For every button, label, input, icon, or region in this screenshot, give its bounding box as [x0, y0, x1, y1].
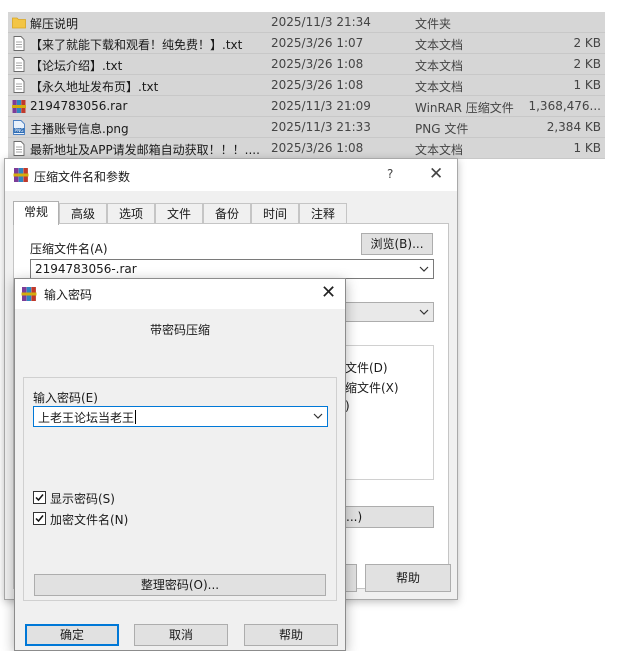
file-date: 2025/3/26 1:08: [271, 57, 364, 71]
tab-general[interactable]: 常规: [13, 201, 59, 225]
text-file-icon: [12, 78, 26, 93]
file-row[interactable]: 最新地址及APP请发邮箱自动获取！！！.... 2025/3/26 1:08 文本文…: [8, 138, 605, 159]
close-icon[interactable]: ✕: [321, 282, 336, 303]
file-row[interactable]: 【永久地址发布页】.txt 2025/3/26 1:08 文本文档 1 KB: [8, 75, 605, 96]
archive-dialog-title: 压缩文件名和参数: [34, 170, 131, 184]
file-row[interactable]: PNG 主播账号信息.png 2025/11/3 21:33 PNG 文件 2,384 …: [8, 117, 605, 138]
file-name: 【永久地址发布页】.txt: [30, 80, 159, 94]
file-name: 解压说明: [30, 17, 79, 31]
tab-time[interactable]: 时间: [251, 203, 299, 224]
file-size: 2 KB: [573, 57, 601, 71]
enter-password-dialog: 输入密码 ✕ 带密码压缩 输入密码(E) 上老王论坛当老王 显示密码(S) 加密…: [14, 278, 346, 651]
tab-options[interactable]: 选项: [107, 203, 155, 224]
file-name: 【论坛介绍】.txt: [30, 59, 123, 73]
file-name: 2194783056.rar: [30, 99, 128, 113]
text-file-icon: [12, 57, 26, 72]
file-date: 2025/3/26 1:07: [271, 36, 364, 50]
check-mark-icon: [35, 515, 44, 523]
file-type: 文本文档: [415, 38, 464, 52]
chevron-down-icon[interactable]: [418, 261, 430, 277]
organize-passwords-button[interactable]: 整理密码(O)...: [34, 574, 326, 596]
file-type: 文本文档: [415, 143, 464, 157]
archive-name-value: 2194783056-.rar: [35, 262, 137, 276]
file-type: 文本文档: [415, 80, 464, 94]
password-heading: 带密码压缩: [149, 323, 210, 337]
password-label: 输入密码(E): [33, 391, 98, 405]
password-input[interactable]: 上老王论坛当老王: [33, 406, 328, 427]
file-type: PNG 文件: [415, 122, 469, 136]
file-date: 2025/11/3 21:34: [271, 15, 371, 29]
file-name: 主播账号信息.png: [30, 122, 129, 136]
update-mode-combobox[interactable]: [345, 302, 434, 322]
set-password-button[interactable]: ...): [345, 506, 434, 528]
file-name: 【来了就能下载和观看！纯免费！】.txt: [30, 38, 243, 52]
file-date: 2025/11/3 21:33: [271, 120, 371, 134]
folder-icon: [12, 15, 26, 30]
archive-name-label: 压缩文件名(A): [30, 242, 108, 256]
file-type: 文件夹: [415, 17, 452, 31]
archive-dialog-titlebar[interactable]: 压缩文件名和参数 ? ✕: [5, 159, 457, 191]
option-label-fragment: 文件(D): [345, 361, 388, 375]
archive-name-combobox[interactable]: 2194783056-.rar: [30, 259, 434, 279]
text-file-icon: [12, 141, 26, 156]
png-file-icon: PNG: [12, 120, 26, 135]
button-label-fragment: ...): [346, 510, 363, 524]
show-password-checkbox[interactable]: [33, 491, 46, 504]
password-value: 上老王论坛当老王: [38, 411, 135, 425]
text-file-icon: [12, 36, 26, 51]
file-row[interactable]: 2194783056.rar 2025/11/3 21:09 WinRAR 压缩文件…: [8, 96, 605, 117]
tab-comment[interactable]: 注释: [299, 203, 347, 224]
help-button-back[interactable]: 帮助: [365, 564, 451, 592]
file-size: 1 KB: [573, 78, 601, 92]
tab-backup[interactable]: 备份: [203, 203, 251, 224]
file-size: 2 KB: [573, 36, 601, 50]
chevron-down-icon[interactable]: [312, 408, 324, 424]
encrypt-file-names-label: 加密文件名(N): [50, 513, 129, 527]
file-row[interactable]: 解压说明 2025/11/3 21:34 文件夹: [8, 12, 605, 33]
file-type: WinRAR 压缩文件: [415, 101, 514, 115]
text-caret: [135, 410, 137, 424]
ok-button[interactable]: 确定: [25, 624, 119, 646]
option-label-fragment: 缩文件(X): [345, 381, 399, 395]
tab-files[interactable]: 文件: [155, 203, 203, 224]
help-button[interactable]: 帮助: [244, 624, 338, 646]
close-icon[interactable]: ✕: [429, 164, 443, 184]
file-date: 2025/3/26 1:08: [271, 141, 364, 155]
file-type: 文本文档: [415, 59, 464, 73]
browse-button[interactable]: 浏览(B)...: [361, 233, 433, 255]
check-mark-icon: [35, 494, 44, 502]
tab-advanced[interactable]: 高级: [59, 203, 107, 224]
winrar-archive-icon: [12, 99, 26, 114]
help-icon[interactable]: ?: [387, 167, 393, 181]
file-size: 2,384 KB: [546, 120, 601, 134]
file-name: 最新地址及APP请发邮箱自动获取！！！....: [30, 143, 260, 157]
password-dialog-title: 输入密码: [44, 288, 93, 302]
file-row[interactable]: 【来了就能下载和观看！纯免费！】.txt 2025/3/26 1:07 文本文档 2 …: [8, 33, 605, 54]
cancel-button[interactable]: 取消: [134, 624, 228, 646]
svg-text:PNG: PNG: [15, 128, 24, 133]
file-size: 1 KB: [573, 141, 601, 155]
password-dialog-titlebar[interactable]: 输入密码 ✕: [15, 279, 345, 309]
file-row[interactable]: 【论坛介绍】.txt 2025/3/26 1:08 文本文档 2 KB: [8, 54, 605, 75]
winrar-icon: [21, 287, 37, 301]
file-date: 2025/11/3 21:09: [271, 99, 371, 113]
file-size: 1,368,476...: [528, 99, 601, 113]
file-date: 2025/3/26 1:08: [271, 78, 364, 92]
show-password-label: 显示密码(S): [50, 492, 115, 506]
chevron-down-icon[interactable]: [418, 304, 430, 320]
encrypt-file-names-checkbox[interactable]: [33, 512, 46, 525]
winrar-icon: [13, 168, 29, 182]
